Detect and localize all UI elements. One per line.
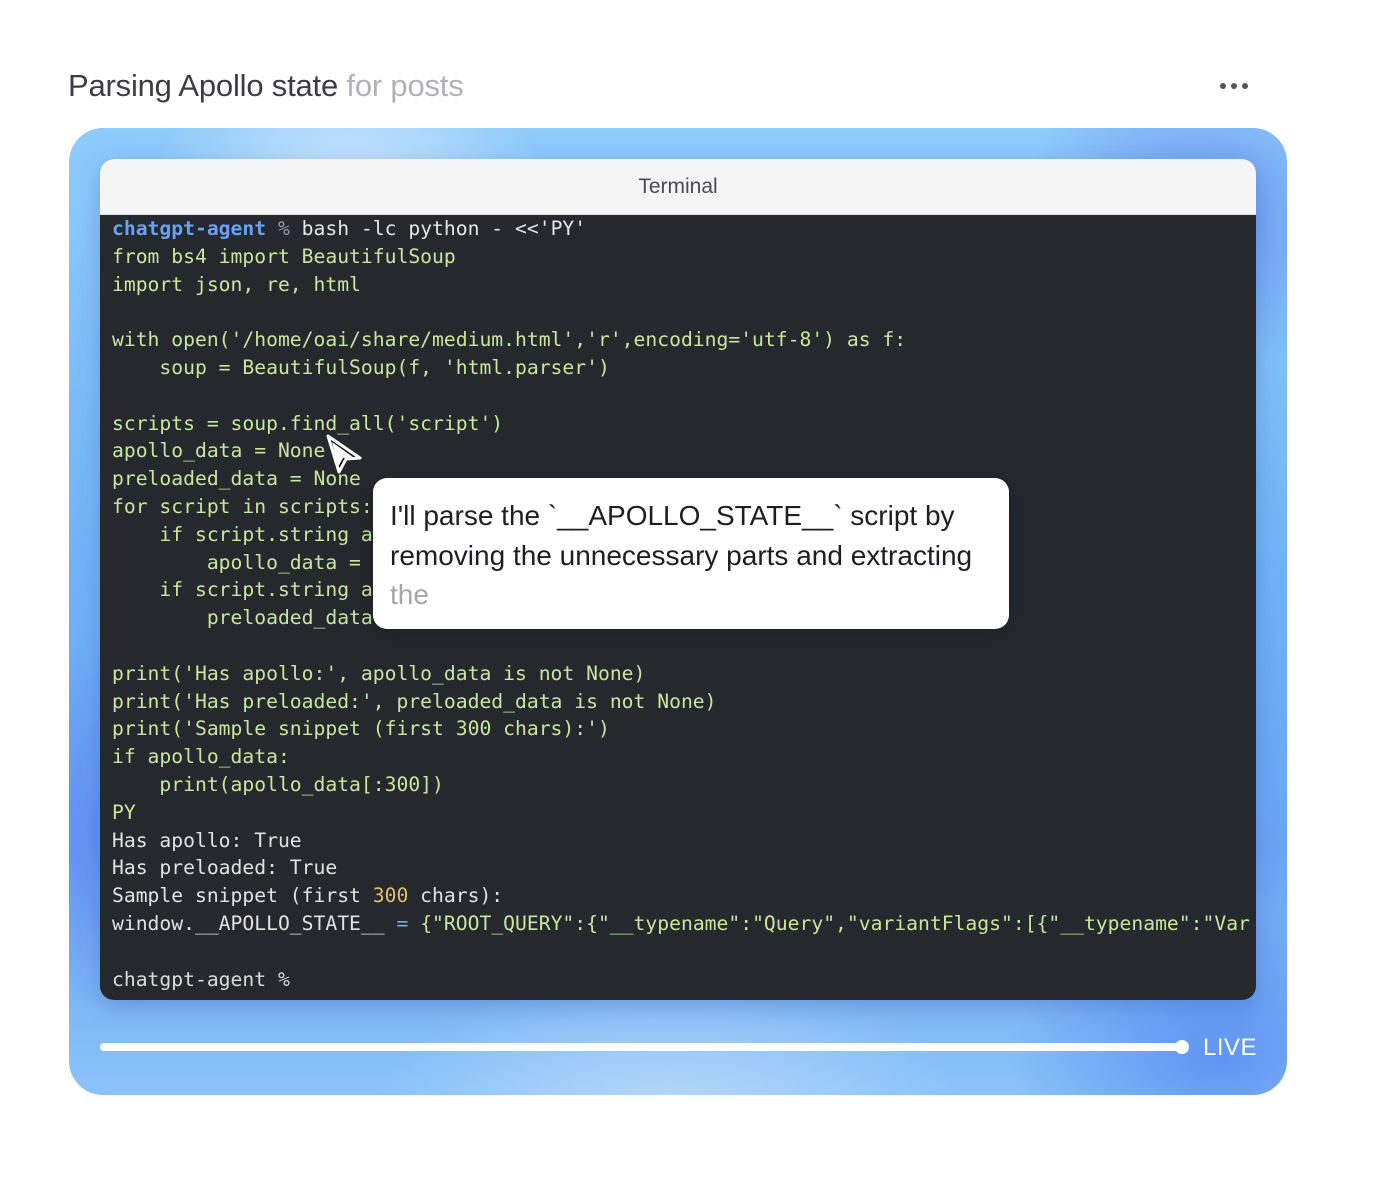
script-line: import json, re, html (112, 272, 361, 296)
mouse-pointer-icon (326, 434, 362, 474)
output-var: window.__APOLLO_STATE__ (112, 911, 397, 935)
task-title: Parsing Apollo state for posts (68, 68, 464, 104)
task-title-main: Parsing Apollo state (68, 68, 339, 103)
output-equals: = (396, 911, 409, 935)
header: Parsing Apollo state for posts (68, 66, 1288, 110)
more-options-button[interactable] (1214, 66, 1254, 106)
terminal-titlebar: Terminal (100, 159, 1256, 215)
progress-fill (100, 1043, 1182, 1051)
prompt-user: chatgpt-agent (112, 217, 267, 240)
script-line: if apollo_data: (112, 745, 290, 769)
prompt-symbol: % (277, 217, 290, 240)
script-line: print('Has preloaded:', preloaded_data i… (112, 689, 717, 713)
script-line: with open('/home/oai/share/medium.html',… (112, 328, 907, 352)
script-line (112, 382, 1256, 410)
script-line: from bs4 import BeautifulSoup (112, 244, 456, 268)
narration-text: I'll parse the `__APOLLO_STATE__` script… (390, 500, 973, 571)
command-line: chatgpt-agent % bash -lc python - <<'PY' (112, 215, 1256, 243)
more-horizontal-icon (1231, 83, 1237, 89)
output-number: 300 (372, 884, 409, 908)
narration-text-fade: the (390, 579, 429, 610)
output-json: {"ROOT_QUERY":{"__typename":"Query","var… (408, 911, 1250, 935)
script-line: PY (112, 800, 136, 824)
more-horizontal-icon (1242, 83, 1248, 89)
script-line (112, 298, 1256, 326)
script-line: print(apollo_data[:300]) (112, 772, 444, 796)
command-text: bash -lc python - <<'PY' (289, 217, 587, 240)
script-line: scripts = soup.find_all('script') (112, 411, 504, 435)
narration-bubble: I'll parse the `__APOLLO_STATE__` script… (373, 478, 1009, 629)
output-line: Has apollo: True (112, 828, 302, 852)
final-prompt: chatgpt-agent % (112, 967, 290, 991)
progress-bar[interactable] (100, 1040, 1189, 1054)
output-text: Sample snippet (first (112, 884, 373, 908)
live-badge: LIVE (1203, 1034, 1258, 1061)
script-line: apollo_data = None (112, 439, 326, 463)
output-text: chars): (408, 884, 504, 908)
progress-knob[interactable] (1175, 1040, 1189, 1054)
terminal-title: Terminal (638, 174, 718, 198)
script-line: print('Sample snippet (first 300 chars):… (112, 717, 610, 741)
script-line: soup = BeautifulSoup(f, 'html.parser') (112, 355, 610, 379)
output-line: window.__APOLLO_STATE__ = {"ROOT_QUERY":… (112, 910, 1256, 938)
output-line: Has preloaded: True (112, 856, 338, 880)
output-line: Sample snippet (first 300 chars): (112, 882, 1256, 910)
more-horizontal-icon (1220, 83, 1226, 89)
script-line: print('Has apollo:', apollo_data is not … (112, 661, 646, 685)
script-line (112, 632, 1256, 660)
task-title-fade: for posts (338, 68, 464, 103)
